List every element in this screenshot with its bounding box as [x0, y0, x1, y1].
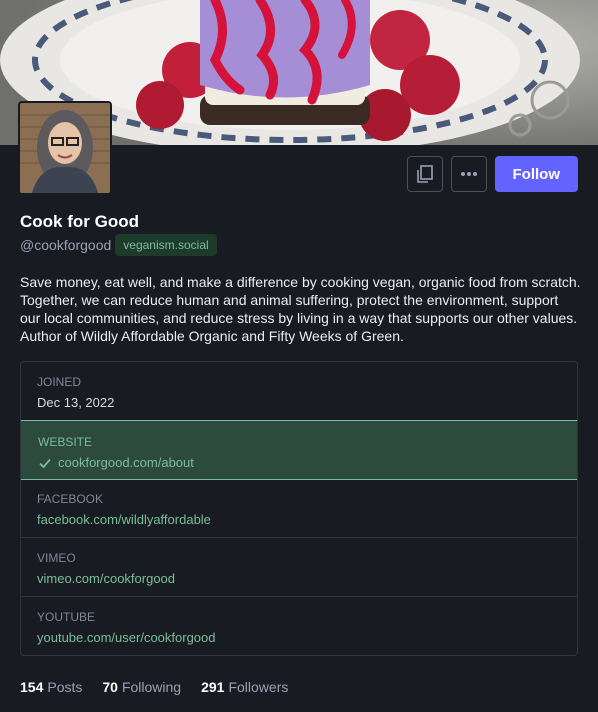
more-options-button[interactable]	[450, 156, 487, 192]
posts-stat[interactable]: 154 Posts	[20, 679, 82, 695]
followers-count: 291	[201, 679, 225, 695]
following-label: Following	[121, 679, 182, 695]
profile-actions: Follow	[406, 156, 578, 192]
follow-button[interactable]: Follow	[494, 156, 578, 192]
field-label: FACEBOOK	[37, 492, 104, 506]
avatar[interactable]	[18, 101, 112, 195]
copy-icon	[416, 165, 433, 183]
ellipsis-icon	[460, 172, 477, 176]
field-youtube: YOUTUBE youtube.com/user/cookforgood	[21, 597, 577, 655]
field-label: WEBSITE	[38, 435, 93, 449]
website-link[interactable]: cookforgood.com/about	[58, 455, 194, 470]
field-website: WEBSITE cookforgood.com/about	[21, 420, 577, 480]
copy-link-button[interactable]	[406, 156, 443, 192]
posts-count: 154	[20, 679, 44, 695]
youtube-link[interactable]: youtube.com/user/cookforgood	[37, 630, 561, 645]
server-domain-badge[interactable]: veganism.social	[115, 234, 217, 256]
following-stat[interactable]: 70 Following	[102, 679, 181, 695]
following-count: 70	[102, 679, 118, 695]
facebook-link[interactable]: facebook.com/wildlyaffordable	[37, 512, 561, 527]
followers-stat[interactable]: 291 Followers	[201, 679, 288, 695]
field-vimeo: VIMEO vimeo.com/cookforgood	[21, 538, 577, 597]
profile-bio: Save money, eat well, and make a differe…	[20, 274, 581, 344]
vimeo-link[interactable]: vimeo.com/cookforgood	[37, 571, 561, 586]
field-value: Dec 13, 2022	[37, 395, 115, 410]
followers-label: Followers	[228, 679, 289, 695]
field-value-verified: cookforgood.com/about	[38, 455, 560, 470]
field-joined: JOINED Dec 13, 2022	[21, 362, 577, 421]
field-label: VIMEO	[37, 551, 76, 565]
field-label: YOUTUBE	[37, 610, 96, 624]
profile-fields: JOINED Dec 13, 2022 WEBSITE cookforgood.…	[20, 361, 578, 656]
account-handle-row: @cookforgood veganism.social	[20, 234, 217, 256]
display-name: Cook for Good	[20, 212, 139, 231]
account-handle: @cookforgood	[20, 237, 112, 253]
field-facebook: FACEBOOK facebook.com/wildlyaffordable	[21, 479, 577, 538]
checkmark-icon	[39, 458, 51, 468]
field-label: JOINED	[37, 375, 82, 389]
posts-label: Posts	[47, 679, 83, 695]
profile-stats: 154 Posts 70 Following 291 Followers	[20, 679, 288, 695]
